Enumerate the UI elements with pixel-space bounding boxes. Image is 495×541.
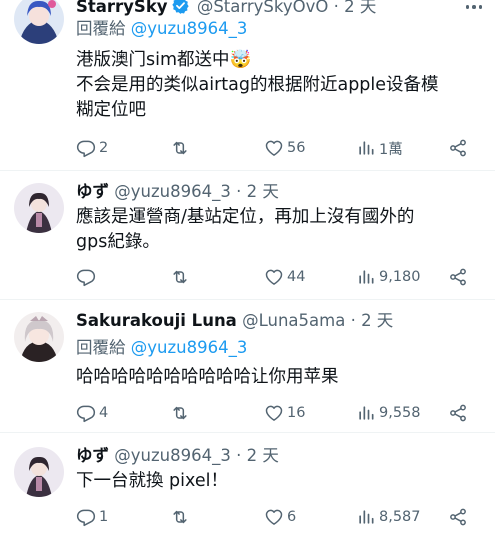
tweet-actions: 44 9,180	[76, 265, 481, 289]
views-button[interactable]: 9,180	[356, 265, 421, 289]
like-button[interactable]: 16	[264, 401, 305, 425]
like-count: 44	[287, 269, 306, 285]
reply-to-handle[interactable]: @yuzu8964_3	[131, 338, 248, 357]
display-name[interactable]: Sakurakouji Luna	[76, 311, 237, 330]
reply-button[interactable]: 1	[76, 505, 108, 529]
reply-icon	[76, 267, 96, 287]
avatar[interactable]	[14, 0, 64, 44]
share-icon	[448, 267, 468, 287]
views-count: 9,180	[379, 269, 421, 285]
like-icon	[264, 267, 284, 287]
more-icon[interactable]	[463, 0, 485, 15]
retweet-icon	[170, 267, 190, 287]
reply-to-handle[interactable]: @yuzu8964_3	[131, 19, 248, 38]
views-button[interactable]: 9,558	[356, 401, 421, 425]
display-name[interactable]: ゆず	[76, 446, 109, 465]
reply-icon	[76, 507, 96, 527]
tweet-header: ゆず @yuzu8964_3 · 2 天	[76, 181, 279, 203]
handle[interactable]: @yuzu8964_3	[114, 446, 231, 465]
share-button[interactable]	[448, 265, 468, 289]
like-count: 6	[287, 509, 297, 525]
handle[interactable]: @StarrySkyOvO	[197, 0, 329, 16]
like-button[interactable]: 56	[264, 136, 305, 160]
separator-dot: ·	[236, 446, 242, 465]
reply-icon	[76, 403, 96, 423]
handle[interactable]: @yuzu8964_3	[114, 182, 231, 201]
display-name[interactable]: StarrySky	[76, 0, 168, 16]
tweet-actions: 1 6 8,587	[76, 505, 481, 529]
like-icon	[264, 138, 284, 158]
tweet-text: 下一台就換 pixel！	[76, 471, 228, 491]
like-icon	[264, 507, 284, 527]
reply-count: 1	[99, 509, 109, 525]
tweet-text: 港版澳门sim都送中🤯 不会是用的类似airtag的根据附近apple设备模 糊…	[76, 50, 439, 120]
tweet-2[interactable]: ゆず @yuzu8964_3 · 2 天 應該是運營商/基站定位，再加上沒有國外…	[0, 171, 495, 299]
share-button[interactable]	[448, 505, 468, 529]
timestamp[interactable]: 2 天	[247, 182, 279, 201]
views-count: 9,558	[379, 405, 421, 421]
tweet-text: 哈哈哈哈哈哈哈哈哈哈让你用苹果	[76, 367, 339, 387]
share-icon	[448, 138, 468, 158]
retweet-button[interactable]	[170, 401, 193, 425]
reply-button[interactable]	[76, 265, 99, 289]
views-count: 8,587	[379, 509, 421, 525]
retweet-button[interactable]	[170, 136, 193, 160]
like-count: 16	[287, 405, 306, 421]
retweet-icon	[170, 138, 190, 158]
replying-to: 回覆給 @yuzu8964_3	[76, 337, 247, 359]
views-icon	[356, 267, 376, 287]
avatar[interactable]	[14, 183, 64, 233]
tweet-header: Sakurakouji Luna @Luna5ama · 2 天	[76, 310, 393, 332]
retweet-button[interactable]	[170, 265, 193, 289]
timestamp[interactable]: 2 天	[344, 0, 376, 16]
views-icon	[356, 403, 376, 423]
views-button[interactable]: 8,587	[356, 505, 421, 529]
replying-to: 回覆給 @yuzu8964_3	[76, 18, 247, 40]
share-button[interactable]	[448, 401, 468, 425]
retweet-icon	[170, 403, 190, 423]
reply-prefix: 回覆給	[76, 338, 126, 357]
tweet-3[interactable]: Sakurakouji Luna @Luna5ama · 2 天 回覆給 @yu…	[0, 300, 495, 432]
tweet-4[interactable]: ゆず @yuzu8964_3 · 2 天 下一台就換 pixel！ 1 6 8,…	[0, 433, 495, 541]
avatar-image	[14, 447, 64, 497]
reply-button[interactable]: 4	[76, 401, 108, 425]
views-icon	[356, 507, 376, 527]
display-name[interactable]: ゆず	[76, 182, 109, 201]
tweet-actions: 4 16 9,558	[76, 401, 481, 425]
views-button[interactable]: 1萬	[356, 136, 403, 160]
avatar-image	[14, 183, 64, 233]
handle[interactable]: @Luna5ama	[242, 311, 345, 330]
views-count: 1萬	[379, 141, 403, 158]
retweet-icon	[170, 507, 190, 527]
like-button[interactable]: 6	[264, 505, 296, 529]
tweet-header: ゆず @yuzu8964_3 · 2 天	[76, 445, 279, 467]
separator-dot: ·	[236, 182, 242, 201]
share-icon	[448, 507, 468, 527]
timestamp[interactable]: 2 天	[247, 446, 279, 465]
reply-count: 2	[99, 140, 109, 156]
views-icon	[356, 138, 376, 158]
like-button[interactable]: 44	[264, 265, 305, 289]
avatar[interactable]	[14, 447, 64, 497]
avatar[interactable]	[14, 312, 64, 362]
retweet-button[interactable]	[170, 505, 193, 529]
timestamp[interactable]: 2 天	[361, 311, 393, 330]
reply-button[interactable]: 2	[76, 136, 108, 160]
tweet-1[interactable]: StarrySky @StarrySkyOvO · 2 天 回覆給 @yuzu8…	[0, 0, 495, 170]
reply-icon	[76, 138, 96, 158]
avatar-image	[14, 0, 64, 44]
share-icon	[448, 403, 468, 423]
like-icon	[264, 403, 284, 423]
tweet-text: 應該是運營商/基站定位，再加上沒有國外的 gps紀錄。	[76, 207, 415, 252]
share-button[interactable]	[448, 136, 468, 160]
reply-prefix: 回覆給	[76, 19, 126, 38]
separator-dot: ·	[350, 311, 356, 330]
avatar-image	[14, 312, 64, 362]
separator-dot: ·	[333, 0, 339, 16]
like-count: 56	[287, 140, 306, 156]
reply-count: 4	[99, 405, 109, 421]
tweet-actions: 2 56 1萬	[76, 136, 481, 160]
